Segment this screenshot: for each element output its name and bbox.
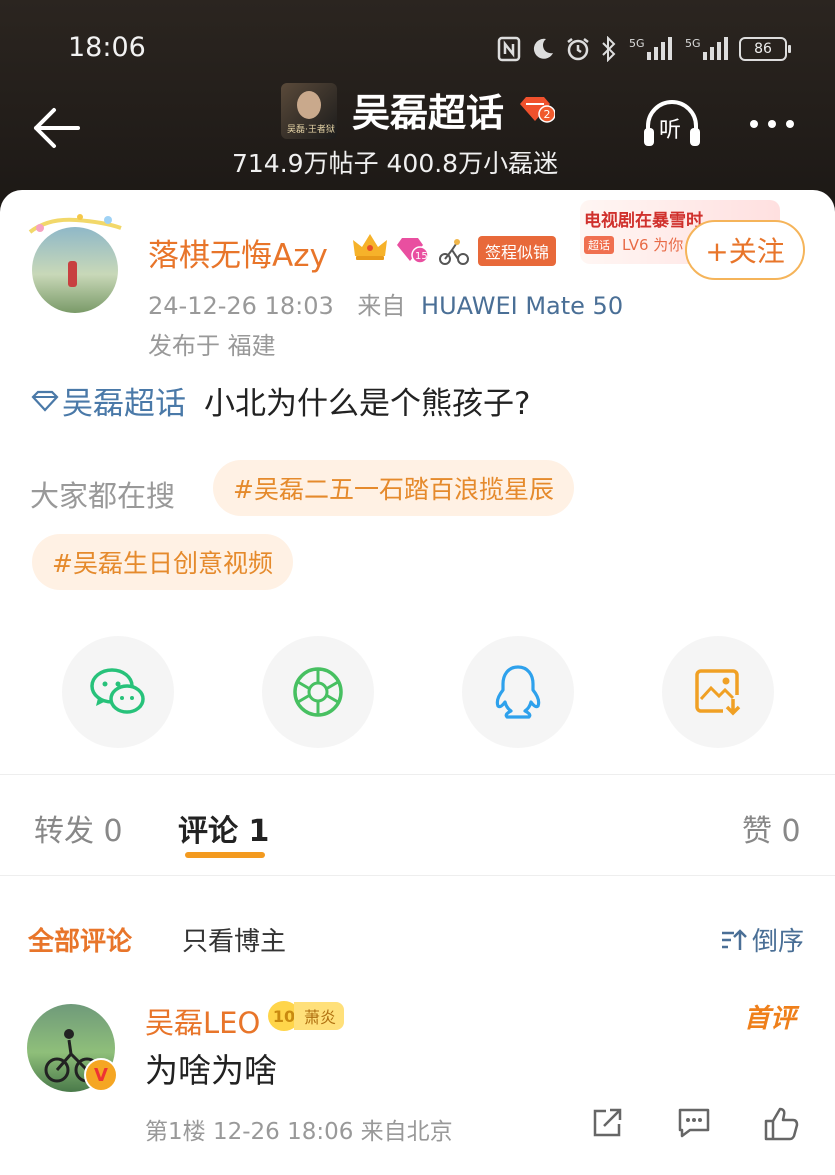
share-row — [0, 636, 835, 748]
svg-text:听: 听 — [659, 118, 681, 143]
filter-owner-only[interactable]: 只看博主 — [182, 921, 286, 958]
thumbnail-caption: 吴磊·王者狱 — [287, 125, 335, 135]
tab-repost[interactable]: 转发 0 — [34, 806, 123, 850]
comment-sort-bar: 全部评论 只看博主 倒序 — [0, 915, 835, 965]
topic-thumbnail[interactable]: 吴磊·王者狱 — [281, 83, 337, 139]
post-date: 24-12-26 18:03 — [148, 292, 334, 320]
post-text: 小北为什么是个熊孩子? — [204, 386, 531, 422]
tab-likes[interactable]: 赞 0 — [742, 806, 801, 850]
save-image-button[interactable] — [662, 636, 774, 748]
hashtag-text: 吴磊超话 — [62, 386, 186, 422]
status-bar: 18:06 5G 5G 86 — [0, 20, 835, 76]
topic-hashtag-link[interactable]: 吴磊超话 — [30, 378, 186, 423]
battery-icon: 86 — [739, 37, 791, 61]
promo-subtitle: LV6 为你 — [622, 236, 684, 254]
comment-actions — [590, 1106, 810, 1146]
svg-text:5G: 5G — [685, 37, 701, 50]
share-wechat-button[interactable] — [62, 636, 174, 748]
bluetooth-icon — [601, 36, 617, 62]
verified-badge: V — [84, 1058, 118, 1092]
fan-badge-name: 萧炎 — [294, 1002, 345, 1030]
comment-text: 为啥为啥 — [145, 1051, 277, 1090]
trending-tag[interactable]: #吴磊生日创意视频 — [32, 534, 293, 590]
share-qq-button[interactable] — [462, 636, 574, 748]
comment-meta: 第1楼 12-26 18:06 来自北京 — [145, 1119, 453, 1145]
divider — [0, 875, 835, 876]
topic-stats: 714.9万帖子 400.8万小磊迷 — [232, 149, 559, 178]
top-bar: 吴磊·王者狱 吴磊超话 2 714.9万帖子 400.8万小磊迷 听 — [0, 80, 835, 190]
first-comment-badge: 首评 — [744, 1004, 797, 1034]
svg-text:15: 15 — [415, 251, 428, 262]
author-name[interactable]: 落棋无悔Azy — [148, 230, 328, 275]
listen-icon[interactable]: 听 — [642, 100, 702, 154]
svg-text:2: 2 — [544, 108, 551, 121]
like-icon[interactable] — [762, 1106, 800, 1146]
tab-comments[interactable]: 评论 1 — [178, 806, 269, 850]
svg-text:5G: 5G — [629, 37, 645, 50]
sort-order-label: 倒序 — [752, 927, 805, 957]
moments-icon — [293, 667, 343, 717]
follow-button[interactable]: +关注 — [685, 220, 805, 280]
promo-chip: 超话 — [584, 236, 614, 254]
sort-order-button[interactable]: 倒序 — [720, 921, 804, 958]
post-content: 吴磊超话 小北为什么是个熊孩子? — [30, 378, 530, 423]
filter-all-comments[interactable]: 全部评论 — [28, 921, 132, 958]
topic-header: 18:06 5G 5G 86 吴磊·王者狱 吴磊超话 2 714.9万帖子 40… — [0, 0, 835, 215]
trending-label: 大家都在搜 — [30, 479, 176, 513]
qq-icon — [495, 665, 541, 719]
fan-level-badge: 15 — [394, 236, 432, 268]
commenter-fan-badge: 10 萧炎 — [268, 1000, 345, 1032]
save-image-icon — [695, 669, 741, 716]
more-options-icon[interactable] — [750, 120, 794, 128]
moon-icon — [531, 37, 555, 61]
divider — [0, 774, 835, 775]
promo-title: 电视剧在暴雪时 — [584, 211, 703, 231]
source-prefix: 来自 — [357, 292, 406, 320]
signal-5g-icon: 5G — [627, 36, 675, 62]
sort-icon — [722, 928, 747, 950]
wechat-icon — [90, 668, 145, 714]
sign-in-tag: 签程似锦 — [478, 236, 557, 266]
reply-icon[interactable] — [676, 1106, 712, 1144]
back-arrow-icon[interactable] — [30, 106, 82, 154]
active-tab-indicator — [185, 852, 265, 858]
comment-item: V 吴磊LEO 10 萧炎 首评 为啥为啥 第1楼 12-26 18:06 来自… — [0, 1000, 835, 1175]
share-icon[interactable] — [590, 1106, 624, 1144]
interaction-tabs: 转发 0 评论 1 赞 0 — [0, 780, 835, 875]
post-card: 落棋无悔Azy 15 签程似锦 电视剧在暴雪时 超话 LV6 为你 +关注 24… — [0, 190, 835, 1175]
crown-icon — [352, 232, 388, 266]
nfc-icon — [497, 36, 521, 62]
diamond-icon — [31, 390, 59, 412]
post-location: 发布于 福建 — [148, 332, 276, 360]
commenter-name[interactable]: 吴磊LEO — [145, 1000, 260, 1042]
share-moments-button[interactable] — [262, 636, 374, 748]
signal-5g-icon: 5G — [685, 36, 729, 62]
alarm-icon — [565, 36, 591, 62]
post-meta: 24-12-26 18:03 来自 HUAWEI Mate 50 — [148, 286, 623, 321]
topic-level-badge: 2 — [517, 94, 556, 128]
trending-tag[interactable]: #吴磊二五一石踏百浪揽星辰 — [213, 460, 574, 516]
cyclist-badge-icon — [438, 238, 470, 270]
author-avatar[interactable] — [32, 227, 118, 313]
topic-title[interactable]: 吴磊超话 — [352, 82, 504, 137]
status-time: 18:06 — [68, 32, 146, 63]
status-icons: 5G 5G 86 — [497, 34, 791, 64]
post-device[interactable]: HUAWEI Mate 50 — [421, 292, 623, 320]
